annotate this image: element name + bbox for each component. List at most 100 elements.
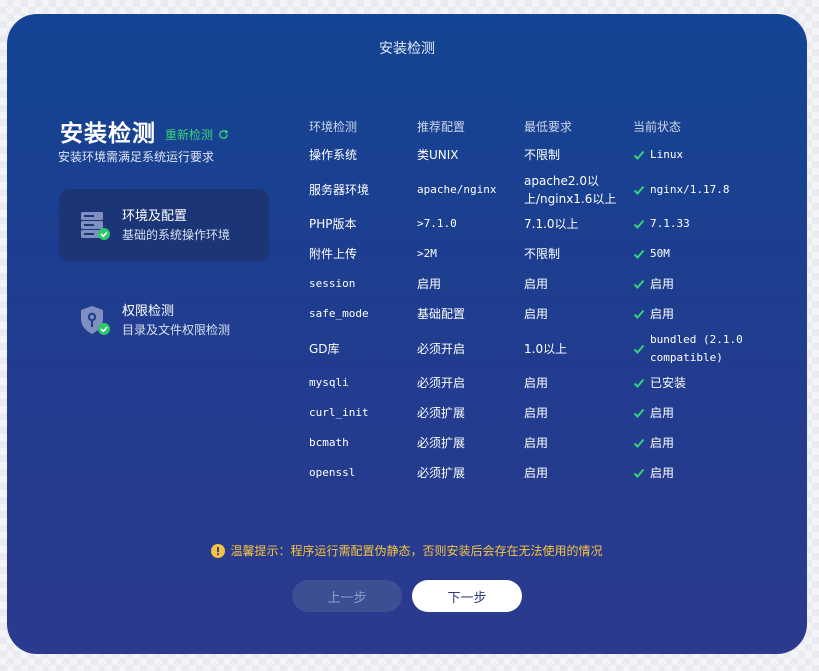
- status-text: bundled (2.1.0 compatible): [650, 332, 743, 364]
- check-icon: [633, 185, 645, 195]
- cell-minimum: 启用: [524, 406, 549, 420]
- cell-status: 7.1.33: [627, 209, 749, 239]
- cell-minimum: 7.1.0以上: [524, 217, 579, 231]
- status-text: Linux: [650, 148, 684, 161]
- cell-item: 服务器环境: [309, 182, 370, 197]
- status-text: 启用: [650, 466, 675, 480]
- cell-status: 50M: [627, 239, 749, 269]
- status-text: nginx/1.17.8: [650, 182, 730, 196]
- cell-minimum: 启用: [524, 466, 549, 480]
- cell-recommended: 必须扩展: [417, 406, 466, 420]
- cell-item: mysqli: [309, 376, 349, 389]
- recheck-button[interactable]: 重新检测: [165, 126, 229, 143]
- check-icon: [633, 219, 645, 229]
- cell-recommended: >7.1.0: [417, 217, 457, 230]
- status-text: 启用: [650, 307, 675, 321]
- cell-item: 附件上传: [309, 247, 358, 261]
- check-icon: [633, 249, 645, 259]
- cell-item: curl_init: [309, 406, 369, 419]
- cell-item: session: [309, 277, 356, 290]
- table-row: 附件上传 >2M 不限制 50M: [303, 239, 749, 269]
- cell-recommended: 类UNIX: [417, 148, 459, 162]
- table-row: openssl 必须扩展 启用 启用: [303, 458, 749, 488]
- status-text: 启用: [650, 436, 675, 450]
- table-row: GD库 必须开启 1.0以上 bundled (2.1.0 compatible): [303, 329, 749, 368]
- cell-minimum: 启用: [524, 376, 549, 390]
- step-title: 环境及配置: [122, 209, 188, 224]
- install-check-panel: 安装检测 安装检测 重新检测 安装环境需满足系统运行要求 环境及配置 基础的系统…: [7, 14, 807, 654]
- cell-recommended: 必须开启: [417, 376, 466, 390]
- step-desc: 基础的系统操作环境: [122, 228, 231, 242]
- cell-status: 启用: [627, 458, 749, 488]
- table-row: mysqli 必须开启 启用 已安装: [303, 368, 749, 398]
- step-desc: 目录及文件权限检测: [122, 323, 231, 337]
- prev-step-button[interactable]: 上一步: [292, 580, 402, 612]
- check-icon: [633, 438, 645, 448]
- table-row: curl_init 必须扩展 启用 启用: [303, 398, 749, 428]
- cell-recommended: 启用: [417, 277, 442, 291]
- cell-recommended: 必须扩展: [417, 436, 466, 450]
- check-icon: [633, 468, 645, 478]
- window-title: 安装检测: [379, 41, 435, 57]
- cell-status: Linux: [627, 140, 749, 170]
- page-subtitle: 安装环境需满足系统运行要求: [58, 150, 215, 164]
- table-row: bcmath 必须扩展 启用 启用: [303, 428, 749, 458]
- status-text: 7.1.33: [650, 217, 690, 230]
- status-text: 启用: [650, 277, 675, 291]
- cell-item: 操作系统: [309, 148, 358, 162]
- table-row: 服务器环境 apache/nginx apache2.0以上/nginx1.6以上 n…: [303, 170, 749, 209]
- check-icon: [633, 344, 645, 354]
- cell-status: 启用: [627, 428, 749, 458]
- page-title: 安装检测: [60, 120, 156, 147]
- status-text: 启用: [650, 406, 675, 420]
- cell-item: GD库: [309, 341, 340, 356]
- refresh-icon: [219, 129, 229, 139]
- status-text: 已安装: [650, 376, 687, 390]
- cell-status: 启用: [627, 398, 749, 428]
- column-header-status: 当前状态: [633, 119, 682, 134]
- table-row: PHP版本 >7.1.0 7.1.0以上 7.1.33: [303, 209, 749, 239]
- cell-recommended: 基础配置: [417, 307, 466, 321]
- next-step-button[interactable]: 下一步: [412, 580, 522, 612]
- warning-icon: [211, 543, 226, 558]
- check-icon: [633, 150, 645, 160]
- table-row: 操作系统 类UNIX 不限制 Linux: [303, 140, 749, 170]
- step-environment[interactable]: 环境及配置 基础的系统操作环境: [59, 189, 269, 261]
- cell-status: bundled (2.1.0 compatible): [627, 329, 749, 368]
- table-header-row: 环境检测 推荐配置 最低要求 当前状态: [303, 112, 749, 140]
- cell-status: 启用: [627, 299, 749, 329]
- cell-item: safe_mode: [309, 307, 369, 320]
- cell-item: bcmath: [309, 436, 349, 449]
- cell-minimum: 不限制: [524, 148, 561, 162]
- page-heading: 安装检测 重新检测: [60, 114, 229, 148]
- table-body: 操作系统 类UNIX 不限制 Linux 服务器环境 apache/nginx apache…: [303, 140, 749, 488]
- cell-minimum: 不限制: [524, 247, 561, 261]
- cell-recommended: 必须扩展: [417, 466, 466, 480]
- cell-minimum: 1.0以上: [524, 341, 568, 356]
- column-header-recommended: 推荐配置: [417, 119, 466, 134]
- cell-item: openssl: [309, 466, 356, 479]
- cell-minimum: 启用: [524, 307, 549, 321]
- notice-text: 温馨提示：程序运行需配置伪静态，否则安装后会存在无法使用的情况: [230, 544, 603, 558]
- status-text: 50M: [650, 247, 670, 260]
- cell-status: nginx/1.17.8: [627, 170, 749, 209]
- table-row: session 启用 启用 启用: [303, 269, 749, 299]
- check-icon: [633, 408, 645, 418]
- environment-check-table: 环境检测 推荐配置 最低要求 当前状态 操作系统 类UNIX 不限制 Linux 服务器…: [303, 112, 749, 488]
- cell-item: PHP版本: [309, 217, 357, 231]
- cell-recommended: apache/nginx: [417, 182, 497, 196]
- check-icon: [633, 309, 645, 319]
- cell-recommended: >2M: [417, 247, 437, 260]
- cell-minimum: 启用: [524, 436, 549, 450]
- column-header-minimum: 最低要求: [524, 119, 573, 134]
- step-permissions[interactable]: 权限检测 目录及文件权限检测: [59, 284, 269, 356]
- notice-bar: 温馨提示：程序运行需配置伪静态，否则安装后会存在无法使用的情况: [7, 542, 807, 559]
- shield-key-icon: [81, 306, 110, 335]
- column-header-item: 环境检测: [309, 119, 358, 134]
- cell-recommended: 必须开启: [417, 341, 466, 356]
- cell-minimum: apache2.0以上/nginx1.6以上: [524, 173, 617, 206]
- cell-status: 已安装: [627, 368, 749, 398]
- check-icon: [633, 279, 645, 289]
- server-icon: [81, 212, 110, 240]
- check-icon: [633, 378, 645, 388]
